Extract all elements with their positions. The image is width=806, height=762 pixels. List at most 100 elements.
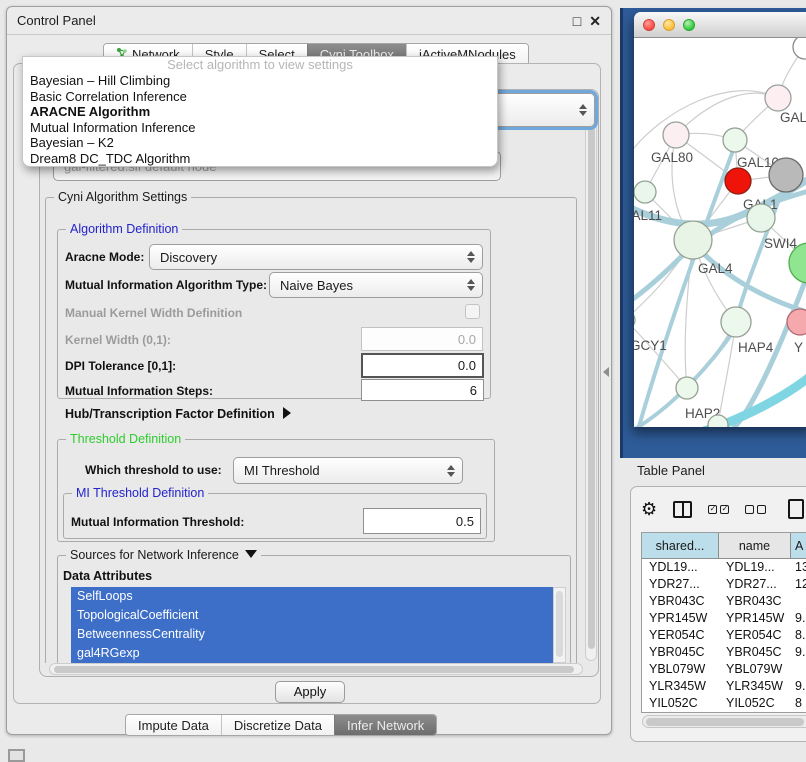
table-row[interactable]: YPR145WYPR145W9. [642, 610, 806, 627]
network-node-gal4[interactable] [674, 221, 712, 259]
zoom-traffic-light-icon[interactable] [683, 19, 695, 31]
which-threshold-value: MI Threshold [234, 463, 447, 478]
table-panel-title: Table Panel [637, 463, 705, 478]
network-node-gal10[interactable] [723, 128, 747, 152]
hub-definition-toggle[interactable]: Hub/Transcription Factor Definition [65, 407, 291, 421]
mi-threshold-field[interactable]: 0.5 [363, 508, 481, 534]
select-all-icon[interactable] [708, 505, 729, 514]
network-node[interactable] [793, 38, 806, 59]
mi-type-value: Naive Bayes [270, 278, 467, 293]
table-cell: YPR145W [642, 610, 719, 627]
mi-steps-field[interactable]: 6 [361, 379, 484, 401]
node-label: GAL [780, 110, 806, 125]
column-header[interactable]: name [719, 533, 791, 558]
close-traffic-light-icon[interactable] [643, 19, 655, 31]
chevron-down-icon [245, 550, 257, 558]
attribute-item[interactable]: gal4RGexp [71, 644, 553, 663]
table-cell: 9. [791, 678, 806, 695]
algorithm-option[interactable]: Mutual Information Inference [23, 120, 497, 136]
deselect-all-icon[interactable] [745, 505, 766, 514]
stepper-icon [467, 279, 475, 291]
column-header[interactable]: A [791, 533, 806, 558]
chevron-right-icon [283, 407, 291, 419]
network-node-y[interactable] [787, 309, 806, 335]
table-cell: YBL079W [719, 661, 791, 678]
close-icon[interactable]: ✕ [589, 14, 601, 28]
minimized-panel-icon[interactable] [8, 749, 25, 762]
table-cell: YPR145W [719, 610, 791, 627]
table-row[interactable]: YDL19...YDL19...13 [642, 559, 806, 576]
table-cell: YBR043C [642, 593, 719, 610]
table-body: YDL19...YDL19...13YDR27...YDR27...12YBR0… [642, 559, 806, 712]
table-row[interactable]: YLR345WYLR345W9. [642, 678, 806, 695]
algorithm-option[interactable]: ARACNE Algorithm [23, 104, 497, 120]
table-cell: 8. [791, 627, 806, 644]
network-node[interactable] [769, 158, 803, 192]
table-cell: YIL052C [719, 695, 791, 712]
mi-type-combo[interactable]: Naive Bayes [269, 272, 483, 298]
table-panel-card: ⚙ shared...nameA YDL19...YDL19...13YDR27… [630, 486, 806, 742]
split-pane-collapse-icon[interactable] [603, 367, 609, 377]
manual-kernel-checkbox[interactable] [465, 304, 480, 319]
aracne-mode-value: Discovery [150, 250, 467, 265]
network-node-hap2[interactable] [676, 377, 698, 399]
node-label: GAL11 [634, 208, 662, 223]
attributes-scrollbar[interactable] [553, 587, 566, 663]
node-label: HAP4 [738, 340, 774, 355]
network-node-gal1[interactable] [725, 168, 751, 194]
attribute-item[interactable]: TopologicalCoefficient [71, 606, 553, 625]
sources-legend[interactable]: Sources for Network Inference [66, 548, 261, 562]
network-node-hap4[interactable] [721, 307, 751, 337]
algorithm-option[interactable]: Basic Correlation Inference [23, 89, 497, 105]
table-toolbar: ⚙ [641, 495, 806, 523]
tab-infer-network[interactable]: Infer Network [334, 715, 436, 735]
table-row[interactable]: YBR045CYBR045C9. [642, 644, 806, 661]
attribute-item[interactable]: SelfLoops [71, 587, 553, 606]
apply-button[interactable]: Apply [275, 681, 345, 703]
network-node-gal11[interactable] [634, 181, 656, 203]
network-node-gcy1[interactable] [634, 311, 635, 329]
table-cell: YDL19... [719, 559, 791, 576]
attribute-item[interactable]: BetweennessCentrality [71, 625, 553, 644]
gear-icon[interactable]: ⚙ [641, 500, 657, 518]
export-table-icon[interactable] [788, 499, 804, 519]
algorithm-option[interactable]: Dream8 DC_TDC Algorithm [23, 151, 497, 167]
columns-icon[interactable] [673, 501, 692, 518]
table-row[interactable]: YIL052CYIL052C8 [642, 695, 806, 712]
network-canvas[interactable]: GALGAL80GAL10GAL1GAL11SWI4GAL4GCY1HAP4YH… [634, 38, 806, 427]
table-cell [791, 661, 806, 678]
table-cell: YBR043C [719, 593, 791, 610]
kernel-width-field[interactable]: 0.0 [361, 327, 483, 351]
settings-vertical-scrollbar[interactable] [585, 99, 597, 661]
network-node-gal80[interactable] [663, 122, 689, 148]
minimize-traffic-light-icon[interactable] [663, 19, 675, 31]
network-window-titlebar[interactable] [634, 12, 806, 38]
dpi-tolerance-field[interactable]: 0.0 [361, 353, 484, 378]
algorithm-option[interactable]: Bayesian – Hill Climbing [23, 73, 497, 89]
network-node-swi4[interactable] [747, 204, 775, 232]
network-node-gal[interactable] [765, 85, 791, 111]
table-row[interactable]: YBL079WYBL079W [642, 661, 806, 678]
algorithm-dropdown-items: Bayesian – Hill ClimbingBasic Correlatio… [23, 73, 497, 167]
table-horizontal-scrollbar[interactable] [642, 715, 806, 728]
tab-discretize-data[interactable]: Discretize Data [221, 715, 334, 735]
node-label: GCY1 [634, 338, 667, 353]
table-row[interactable]: YBR043CYBR043C [642, 593, 806, 610]
network-edge[interactable] [676, 93, 778, 135]
float-window-icon[interactable]: □ [573, 14, 581, 28]
which-threshold-combo[interactable]: MI Threshold [233, 457, 463, 484]
node-label: GAL80 [651, 150, 693, 165]
stepper-icon [447, 465, 455, 477]
algorithm-option[interactable]: Bayesian – K2 [23, 135, 497, 151]
table-row[interactable]: YER054CYER054C8. [642, 627, 806, 644]
settings-horizontal-scrollbar[interactable] [49, 663, 583, 675]
tab-impute-data[interactable]: Impute Data [126, 715, 221, 735]
aracne-mode-combo[interactable]: Discovery [149, 244, 483, 270]
stepper-icon [467, 251, 475, 263]
control-panel-title: Control Panel [17, 13, 96, 28]
network-view-window: GALGAL80GAL10GAL1GAL11SWI4GAL4GCY1HAP4YH… [634, 12, 806, 427]
which-threshold-label: Which threshold to use: [85, 463, 222, 477]
column-header[interactable]: shared... [642, 533, 719, 558]
table-row[interactable]: YDR27...YDR27...12 [642, 576, 806, 593]
network-edge[interactable] [634, 91, 778, 158]
